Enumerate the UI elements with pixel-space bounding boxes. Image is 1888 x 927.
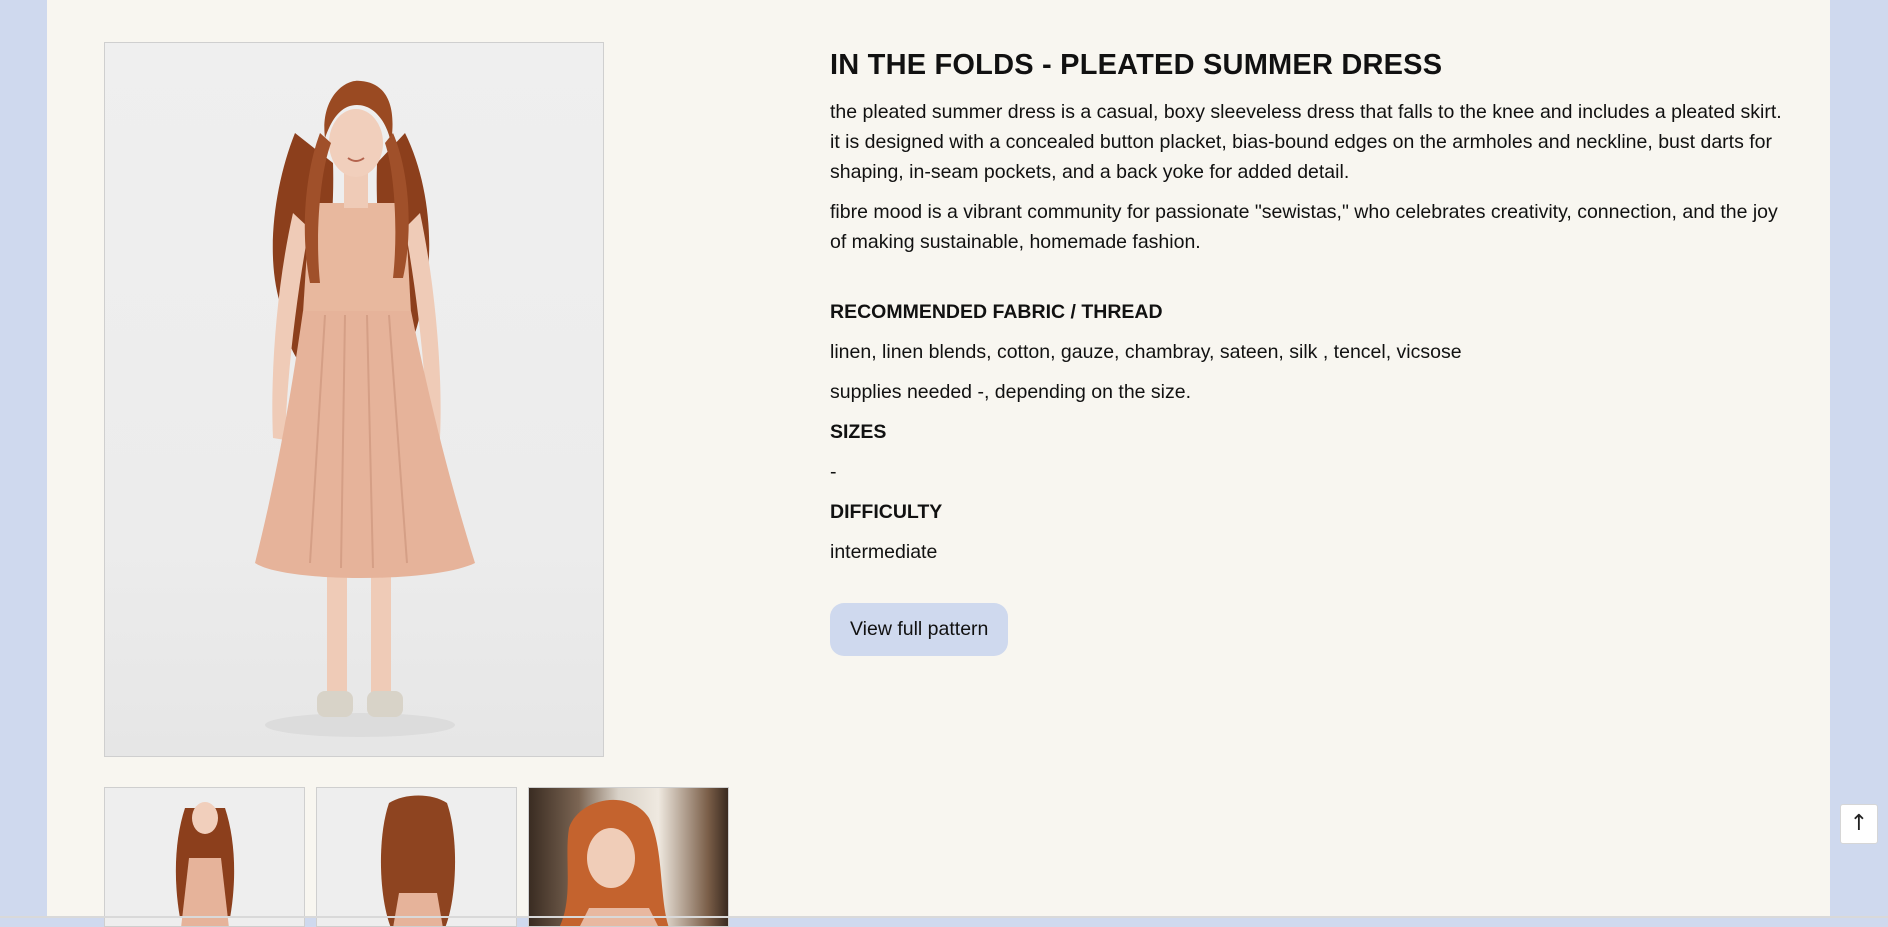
product-description: the pleated summer dress is a casual, bo… bbox=[830, 100, 1782, 183]
fabric-list: linen, linen blends, cotton, gauze, cham… bbox=[830, 340, 1462, 363]
thumb-closeup bbox=[559, 800, 669, 926]
thumbnail-front[interactable] bbox=[104, 787, 305, 927]
thumbnail-back[interactable] bbox=[316, 787, 517, 927]
product-title: IN THE FOLDS - PLEATED SUMMER DRESS bbox=[830, 49, 1443, 81]
fabric-heading: RECOMMENDED FABRIC / THREAD bbox=[830, 300, 1163, 323]
product-info: IN THE FOLDS - PLEATED SUMMER DRESS the … bbox=[830, 40, 1790, 656]
difficulty-heading: DIFFICULTY bbox=[830, 500, 943, 523]
sizes-value: - bbox=[830, 460, 837, 483]
page-container: IN THE FOLDS - PLEATED SUMMER DRESS the … bbox=[47, 0, 1830, 927]
difficulty-value: intermediate bbox=[830, 540, 938, 563]
model-front-photo bbox=[255, 80, 475, 737]
thumb-back bbox=[381, 795, 455, 926]
view-full-pattern-button[interactable]: View full pattern bbox=[830, 602, 1009, 656]
supplies-text: supplies needed -, depending on the size… bbox=[830, 380, 1192, 403]
thumbnail-closeup[interactable] bbox=[528, 787, 729, 927]
arrow-up-icon: ↑ bbox=[1849, 811, 1869, 836]
sizes-heading: SIZES bbox=[830, 420, 887, 443]
brand-about: fibre mood is a vibrant community for pa… bbox=[830, 200, 1778, 253]
thumb-front bbox=[175, 802, 235, 926]
main-product-image[interactable] bbox=[104, 42, 604, 757]
scroll-to-top-button[interactable]: ↑ bbox=[1840, 804, 1878, 844]
